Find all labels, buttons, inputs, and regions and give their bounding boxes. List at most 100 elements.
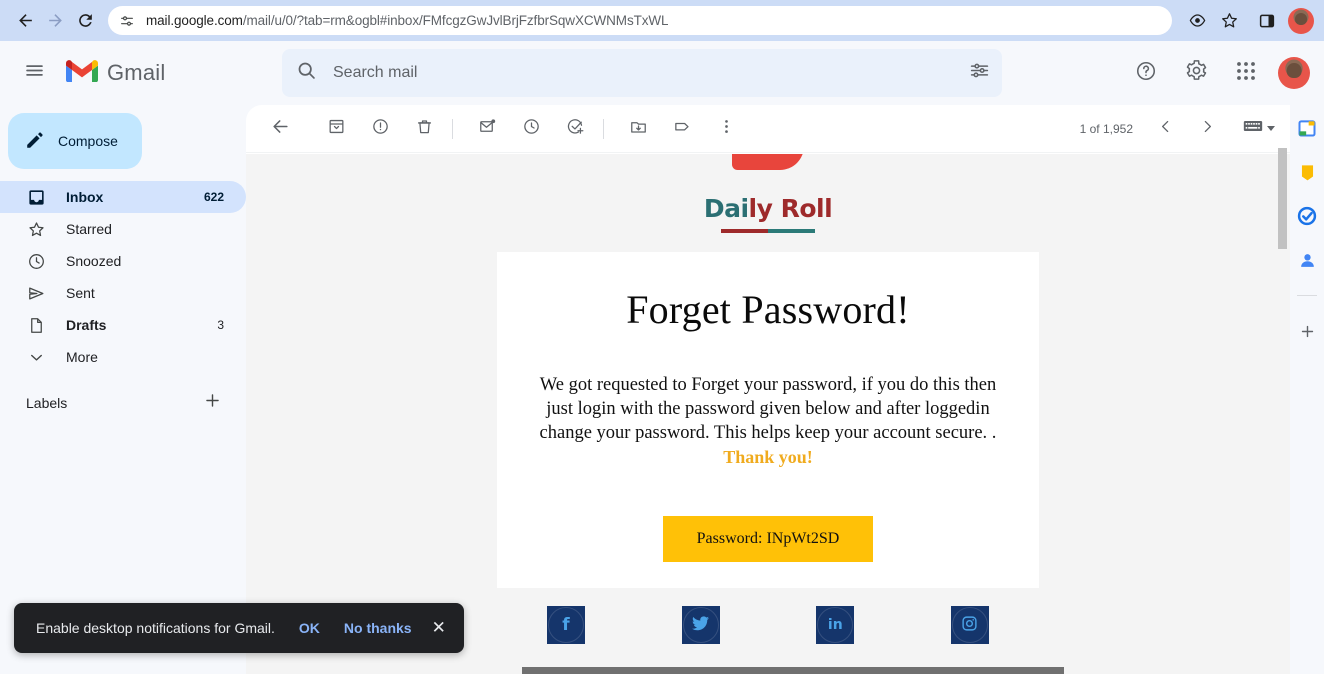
- sidebar-item-more[interactable]: More: [0, 341, 246, 373]
- previous-message-button[interactable]: [1145, 109, 1185, 149]
- sidebar-item-snoozed[interactable]: Snoozed: [0, 245, 246, 277]
- move-to-folder-icon: [629, 117, 648, 141]
- email-body: Daily Roll Forget Password! We got reque…: [246, 154, 1290, 644]
- sidebar-item-sent[interactable]: Sent: [0, 277, 246, 309]
- labels-title: Labels: [26, 395, 68, 411]
- google-calendar-icon[interactable]: [1296, 117, 1318, 139]
- password-button[interactable]: Password: INpWt2SD: [662, 516, 874, 562]
- forward-button[interactable]: [40, 6, 70, 36]
- account-avatar[interactable]: [1278, 57, 1310, 89]
- delete-trash-icon: [415, 117, 434, 141]
- toolbar-divider: [603, 118, 604, 139]
- report-spam-button[interactable]: [360, 109, 400, 149]
- next-message-button[interactable]: [1187, 109, 1227, 149]
- search-bar[interactable]: [282, 49, 1002, 97]
- add-to-tasks-icon: [566, 117, 585, 141]
- google-apps-grid-icon: [1236, 61, 1256, 86]
- email-brand-header: Daily Roll: [246, 154, 1290, 233]
- move-to-button[interactable]: [618, 109, 658, 149]
- mark-unread-button[interactable]: [467, 109, 507, 149]
- search-input[interactable]: [333, 64, 969, 82]
- addon-divider: [1297, 295, 1317, 296]
- draft-icon: [26, 316, 46, 335]
- search-icon[interactable]: [296, 60, 317, 86]
- support-button[interactable]: [1126, 53, 1166, 93]
- sidebar-item-starred[interactable]: Starred: [0, 213, 246, 245]
- reload-icon: [76, 11, 95, 30]
- toast-ok-button[interactable]: OK: [299, 620, 320, 636]
- sidebar-item-drafts[interactable]: Drafts 3: [0, 309, 246, 341]
- browser-toolbar: mail.google.com/mail/u/0/?tab=rm&ogbl#in…: [0, 0, 1324, 41]
- message-toolbar: 1 of 1,952: [246, 105, 1290, 153]
- email-brand-name: Daily Roll: [246, 194, 1290, 223]
- more-options-icon: [717, 117, 736, 141]
- gmail-logo-link[interactable]: Gmail: [64, 57, 234, 90]
- reload-button[interactable]: [70, 6, 100, 36]
- snooze-clock-icon: [522, 117, 541, 141]
- input-tools-button[interactable]: [1243, 119, 1276, 138]
- sidebar-item-inbox[interactable]: Inbox 622: [0, 181, 246, 213]
- email-horizontal-scrollbar[interactable]: [522, 667, 1064, 674]
- instagram-glyph: [961, 615, 978, 636]
- google-tasks-icon[interactable]: [1296, 205, 1318, 227]
- more-options-button[interactable]: [706, 109, 746, 149]
- email-content-scroll-area[interactable]: Daily Roll Forget Password! We got reque…: [246, 154, 1290, 674]
- labels-button[interactable]: [662, 109, 702, 149]
- address-bar[interactable]: mail.google.com/mail/u/0/?tab=rm&ogbl#in…: [108, 6, 1172, 35]
- mark-as-unread-icon: [478, 117, 497, 141]
- search-options-icon[interactable]: [969, 60, 990, 86]
- sidebar-item-label: More: [66, 349, 98, 365]
- clock-icon: [26, 252, 46, 271]
- toast-no-thanks-button[interactable]: No thanks: [344, 620, 412, 636]
- sidebar-item-count: 622: [203, 190, 224, 204]
- back-button[interactable]: [10, 6, 40, 36]
- profile-avatar[interactable]: [1288, 7, 1314, 34]
- email-vertical-scrollbar[interactable]: [1278, 148, 1287, 249]
- linkedin-glyph: in: [827, 617, 843, 633]
- tracking-protection-button[interactable]: [1182, 6, 1212, 36]
- settings-button[interactable]: [1176, 53, 1216, 93]
- google-keep-icon[interactable]: [1296, 161, 1318, 183]
- compose-button[interactable]: Compose: [8, 113, 142, 169]
- inbox-icon: [26, 188, 46, 207]
- gmail-header: Gmail: [0, 41, 1324, 105]
- sidebar-item-count: 3: [217, 318, 224, 332]
- site-settings-icon[interactable]: [116, 10, 138, 32]
- bookmark-button[interactable]: [1214, 6, 1244, 36]
- facebook-glyph: f: [562, 614, 570, 635]
- report-spam-icon: [371, 117, 390, 141]
- url-text: mail.google.com/mail/u/0/?tab=rm&ogbl#in…: [146, 13, 669, 28]
- back-to-inbox-icon: [271, 117, 290, 141]
- star-icon: [26, 220, 46, 239]
- archive-button[interactable]: [316, 109, 356, 149]
- delete-button[interactable]: [404, 109, 444, 149]
- compose-label: Compose: [58, 133, 118, 149]
- back-arrow-icon: [16, 11, 35, 30]
- add-label-plus-icon[interactable]: [203, 391, 222, 415]
- previous-chevron-icon: [1157, 118, 1174, 140]
- labels-section-header: Labels: [0, 387, 246, 419]
- reading-pane: 1 of 1,952 Daily Roll Forget Password! W…: [246, 105, 1290, 674]
- side-panel-button[interactable]: [1252, 6, 1282, 36]
- snooze-button[interactable]: [511, 109, 551, 149]
- help-icon: [1135, 60, 1157, 87]
- main-menu-button[interactable]: [10, 49, 58, 97]
- back-to-inbox-button[interactable]: [260, 109, 300, 149]
- email-thanks-text: Thank you!: [723, 447, 813, 467]
- send-icon: [26, 284, 46, 303]
- close-icon[interactable]: ✕: [432, 618, 446, 638]
- next-chevron-icon: [1199, 118, 1216, 140]
- keyboard-input-tools-icon: [1243, 119, 1263, 138]
- forward-arrow-icon: [46, 11, 65, 30]
- chevron-down-icon: [26, 348, 46, 367]
- google-contacts-icon[interactable]: [1296, 249, 1318, 271]
- page-count-label: 1 of 1,952: [1079, 121, 1133, 136]
- add-to-tasks-button[interactable]: [555, 109, 595, 149]
- get-addons-plus-icon[interactable]: [1296, 320, 1318, 342]
- google-apps-button[interactable]: [1226, 53, 1266, 93]
- email-message-card: Forget Password! We got requested to For…: [497, 252, 1039, 588]
- sidebar-item-label: Starred: [66, 221, 112, 237]
- brand-name-part2: ly Roll: [748, 194, 833, 223]
- email-title: Forget Password!: [626, 287, 910, 332]
- sidebar-item-label: Sent: [66, 285, 95, 301]
